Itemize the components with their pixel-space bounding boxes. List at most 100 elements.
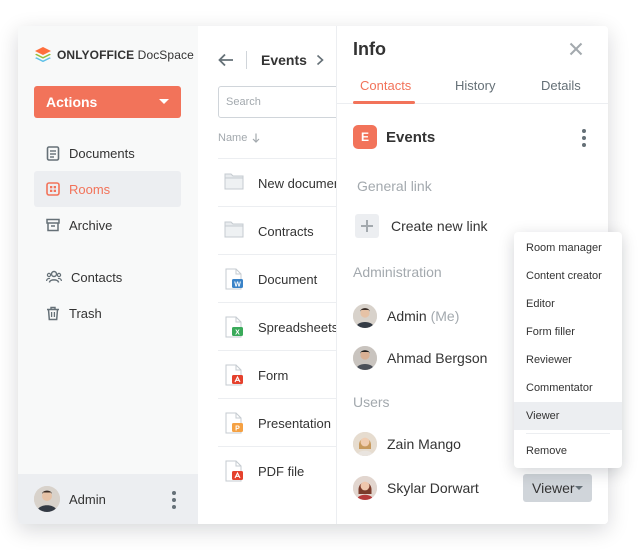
arrow-left-icon[interactable] [218, 53, 234, 67]
avatar [353, 346, 377, 370]
menu-item-viewer[interactable]: Viewer [514, 402, 622, 430]
svg-text:P: P [235, 425, 240, 432]
file-name: PDF file [258, 464, 305, 479]
rooms-icon [46, 182, 60, 196]
divider [246, 51, 247, 69]
sidebar-item-label: Archive [69, 217, 113, 233]
plus-icon [355, 214, 379, 238]
file-row[interactable]: New document [218, 158, 336, 206]
search-input[interactable]: Search [218, 86, 336, 118]
member-name: Admin [387, 308, 427, 324]
profile-name: Admin [69, 491, 106, 507]
sidebar-profile[interactable]: Admin [18, 474, 198, 524]
file-name: New document [258, 176, 336, 191]
more-options-icon[interactable] [172, 491, 176, 509]
file-row[interactable]: W Document [218, 254, 336, 302]
caret-down-icon [159, 99, 169, 104]
file-list: New document Contracts W Document [218, 158, 336, 494]
sidebar-item-archive[interactable]: Archive [34, 207, 181, 243]
avatar [353, 476, 377, 500]
file-row[interactable]: PDF file [218, 446, 336, 494]
menu-item-commentator[interactable]: Commentator [514, 374, 622, 402]
me-label: (Me) [430, 308, 460, 324]
tab-history[interactable]: History [455, 78, 495, 93]
chevron-down-icon [575, 486, 583, 490]
avatar [353, 432, 377, 456]
file-name: Contracts [258, 224, 314, 239]
menu-item-room-manager[interactable]: Room manager [514, 234, 622, 262]
breadcrumb-title[interactable]: Events [261, 52, 307, 68]
document-icon [46, 145, 60, 161]
info-tabs: Contacts History Details [337, 78, 608, 104]
sidebar-item-label: Documents [69, 145, 135, 161]
sidebar-item-label: Rooms [69, 181, 111, 197]
file-name: Document [258, 272, 318, 287]
avatar [353, 304, 377, 328]
file-list-panel: Events Search Name New document [198, 26, 336, 524]
info-panel-title: Info [353, 39, 386, 59]
file-name: Presentation [258, 416, 331, 431]
name-column-header[interactable]: Name [218, 132, 260, 144]
actions-button[interactable]: Actions [34, 86, 181, 118]
role-select-value: Viewer [532, 480, 575, 496]
users-heading: Users [353, 394, 390, 410]
member-row[interactable]: Skylar Dorwart [353, 476, 479, 500]
tab-contacts[interactable]: Contacts [360, 78, 411, 93]
pdf-form-icon [225, 364, 243, 386]
menu-item-remove[interactable]: Remove [514, 437, 622, 465]
close-icon[interactable] [569, 42, 583, 56]
word-document-icon: W [225, 268, 243, 290]
menu-divider [526, 433, 610, 434]
general-link-heading: General link [357, 178, 432, 194]
presentation-icon: P [225, 412, 243, 434]
member-row[interactable]: Admin (Me) [353, 304, 459, 328]
file-row[interactable]: P Presentation [218, 398, 336, 446]
member-name: Skylar Dorwart [387, 480, 479, 496]
role-select[interactable]: Viewer [523, 474, 592, 502]
menu-item-editor[interactable]: Editor [514, 290, 622, 318]
file-row[interactable]: X Spreadsheets [218, 302, 336, 350]
tab-details[interactable]: Details [541, 78, 581, 93]
sidebar: ONLYOFFICE DocSpace Actions Documents Ro… [18, 26, 198, 524]
sort-arrow-icon [252, 133, 260, 143]
file-name: Form [258, 368, 289, 383]
file-row[interactable]: Form [218, 350, 336, 398]
room-name: Events [386, 128, 436, 146]
logo-brand: ONLYOFFICE [57, 47, 135, 62]
trash-icon [47, 306, 59, 320]
file-name: Spreadsheets [258, 320, 336, 335]
folder-icon [224, 173, 244, 190]
create-new-link-button[interactable]: Create new link [355, 214, 488, 238]
menu-item-content-creator[interactable]: Content creator [514, 262, 622, 290]
avatar [34, 486, 60, 512]
logo-product: DocSpace [137, 47, 194, 62]
role-dropdown-menu: Room manager Content creator Editor Form… [514, 232, 622, 468]
sidebar-item-documents[interactable]: Documents [34, 135, 181, 171]
administration-heading: Administration [353, 264, 442, 280]
create-link-label: Create new link [391, 218, 488, 234]
actions-button-label: Actions [46, 94, 98, 110]
sidebar-item-label: Contacts [71, 269, 123, 285]
archive-icon [46, 218, 60, 232]
contacts-icon [46, 270, 62, 283]
sidebar-item-contacts[interactable]: Contacts [34, 259, 181, 295]
sidebar-item-trash[interactable]: Trash [34, 295, 181, 331]
search-placeholder: Search [226, 96, 261, 108]
menu-item-form-filler[interactable]: Form filler [514, 318, 622, 346]
pdf-icon [225, 460, 243, 482]
onlyoffice-logo-icon [35, 47, 51, 63]
member-row[interactable]: Ahmad Bergson [353, 346, 487, 370]
sidebar-item-label: Trash [69, 305, 102, 321]
room-header: E Events [353, 125, 435, 149]
file-row[interactable]: Contracts [218, 206, 336, 254]
room-more-options-icon[interactable] [582, 129, 586, 147]
menu-item-reviewer[interactable]: Reviewer [514, 346, 622, 374]
logo[interactable]: ONLYOFFICE DocSpace [34, 46, 194, 63]
chevron-right-icon[interactable] [316, 54, 324, 66]
member-name: Zain Mango [387, 436, 461, 452]
active-tab-indicator [353, 101, 415, 104]
sidebar-item-rooms[interactable]: Rooms [34, 171, 181, 207]
member-row[interactable]: Zain Mango [353, 432, 461, 456]
spreadsheet-icon: X [225, 316, 243, 338]
member-name: Ahmad Bergson [387, 350, 488, 366]
